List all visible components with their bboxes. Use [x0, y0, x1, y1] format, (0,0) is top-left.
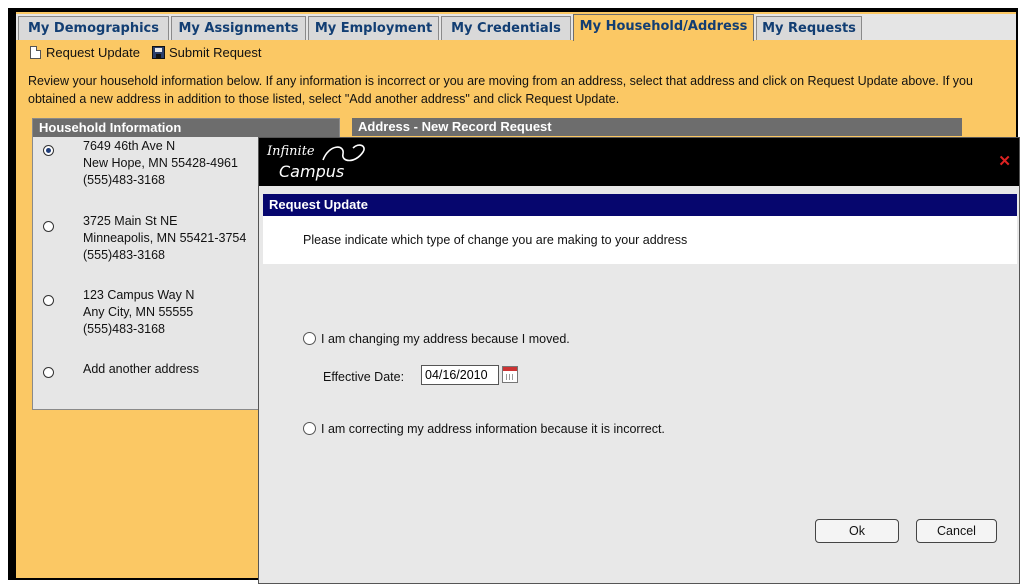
address-3-phone: (555)483-3168 — [83, 322, 166, 336]
address-1-radio[interactable] — [43, 145, 54, 156]
calendar-icon[interactable] — [502, 366, 518, 383]
add-another-address-label: Add another address — [83, 362, 200, 376]
cancel-button[interactable]: Cancel — [916, 519, 997, 543]
request-update-label: Request Update — [46, 45, 140, 60]
option-moved-radio[interactable] — [303, 332, 316, 345]
tab-my-household-address[interactable]: My Household/Address — [573, 14, 754, 41]
address-2-line1: 3725 Main St NE — [83, 214, 178, 228]
address-3-line1: 123 Campus Way N — [83, 288, 195, 302]
brand-banner: Infinite Campus ✕ — [259, 138, 1019, 186]
tab-my-employment[interactable]: My Employment — [308, 16, 439, 40]
address-2-radio[interactable] — [43, 221, 54, 232]
tab-bar: My Demographics My Assignments My Employ… — [16, 14, 1016, 41]
address-2-text: 3725 Main St NE Minneapolis, MN 55421-37… — [83, 213, 246, 264]
save-disk-icon — [152, 46, 165, 59]
address-panel-header: Address - New Record Request — [352, 118, 962, 136]
dialog-title: Request Update — [263, 194, 1017, 216]
address-1-line2: New Hope, MN 55428-4961 — [83, 156, 238, 170]
dialog-description: Please indicate which type of change you… — [263, 216, 1017, 264]
instructions-text: Review your household information below.… — [28, 74, 973, 106]
option-correcting-radio[interactable] — [303, 422, 316, 435]
request-update-dialog: Infinite Campus ✕ Request Update Please … — [258, 137, 1020, 584]
effective-date-label: Effective Date: — [323, 370, 405, 384]
address-3-text: 123 Campus Way N Any City, MN 55555 (555… — [83, 287, 194, 338]
add-address-radio[interactable] — [43, 367, 54, 378]
brand-swirl-icon — [322, 144, 365, 162]
option-moved-label[interactable]: I am changing my address because I moved… — [321, 332, 570, 346]
tab-my-requests[interactable]: My Requests — [756, 16, 862, 40]
option-correcting-label[interactable]: I am correcting my address information b… — [321, 422, 665, 436]
tab-my-demographics[interactable]: My Demographics — [18, 16, 169, 40]
household-panel-header: Household Information — [33, 119, 339, 137]
address-2-phone: (555)483-3168 — [83, 248, 166, 262]
document-icon — [30, 46, 41, 59]
address-3-line2: Any City, MN 55555 — [83, 305, 194, 319]
effective-date-input[interactable] — [421, 365, 499, 385]
address-3-radio[interactable] — [43, 295, 54, 306]
address-1-phone: (555)483-3168 — [83, 173, 166, 187]
address-1-line1: 7649 46th Ave N — [83, 139, 176, 153]
tab-my-credentials[interactable]: My Credentials — [441, 16, 571, 40]
submit-request-label: Submit Request — [169, 45, 262, 60]
brand-text-line1: Infinite — [267, 144, 315, 159]
close-icon[interactable]: ✕ — [998, 152, 1011, 170]
ok-button[interactable]: Ok — [815, 519, 899, 543]
address-2-line2: Minneapolis, MN 55421-3754 — [83, 231, 247, 245]
address-1-text: 7649 46th Ave N New Hope, MN 55428-4961 … — [83, 138, 238, 189]
tab-my-assignments[interactable]: My Assignments — [171, 16, 306, 40]
